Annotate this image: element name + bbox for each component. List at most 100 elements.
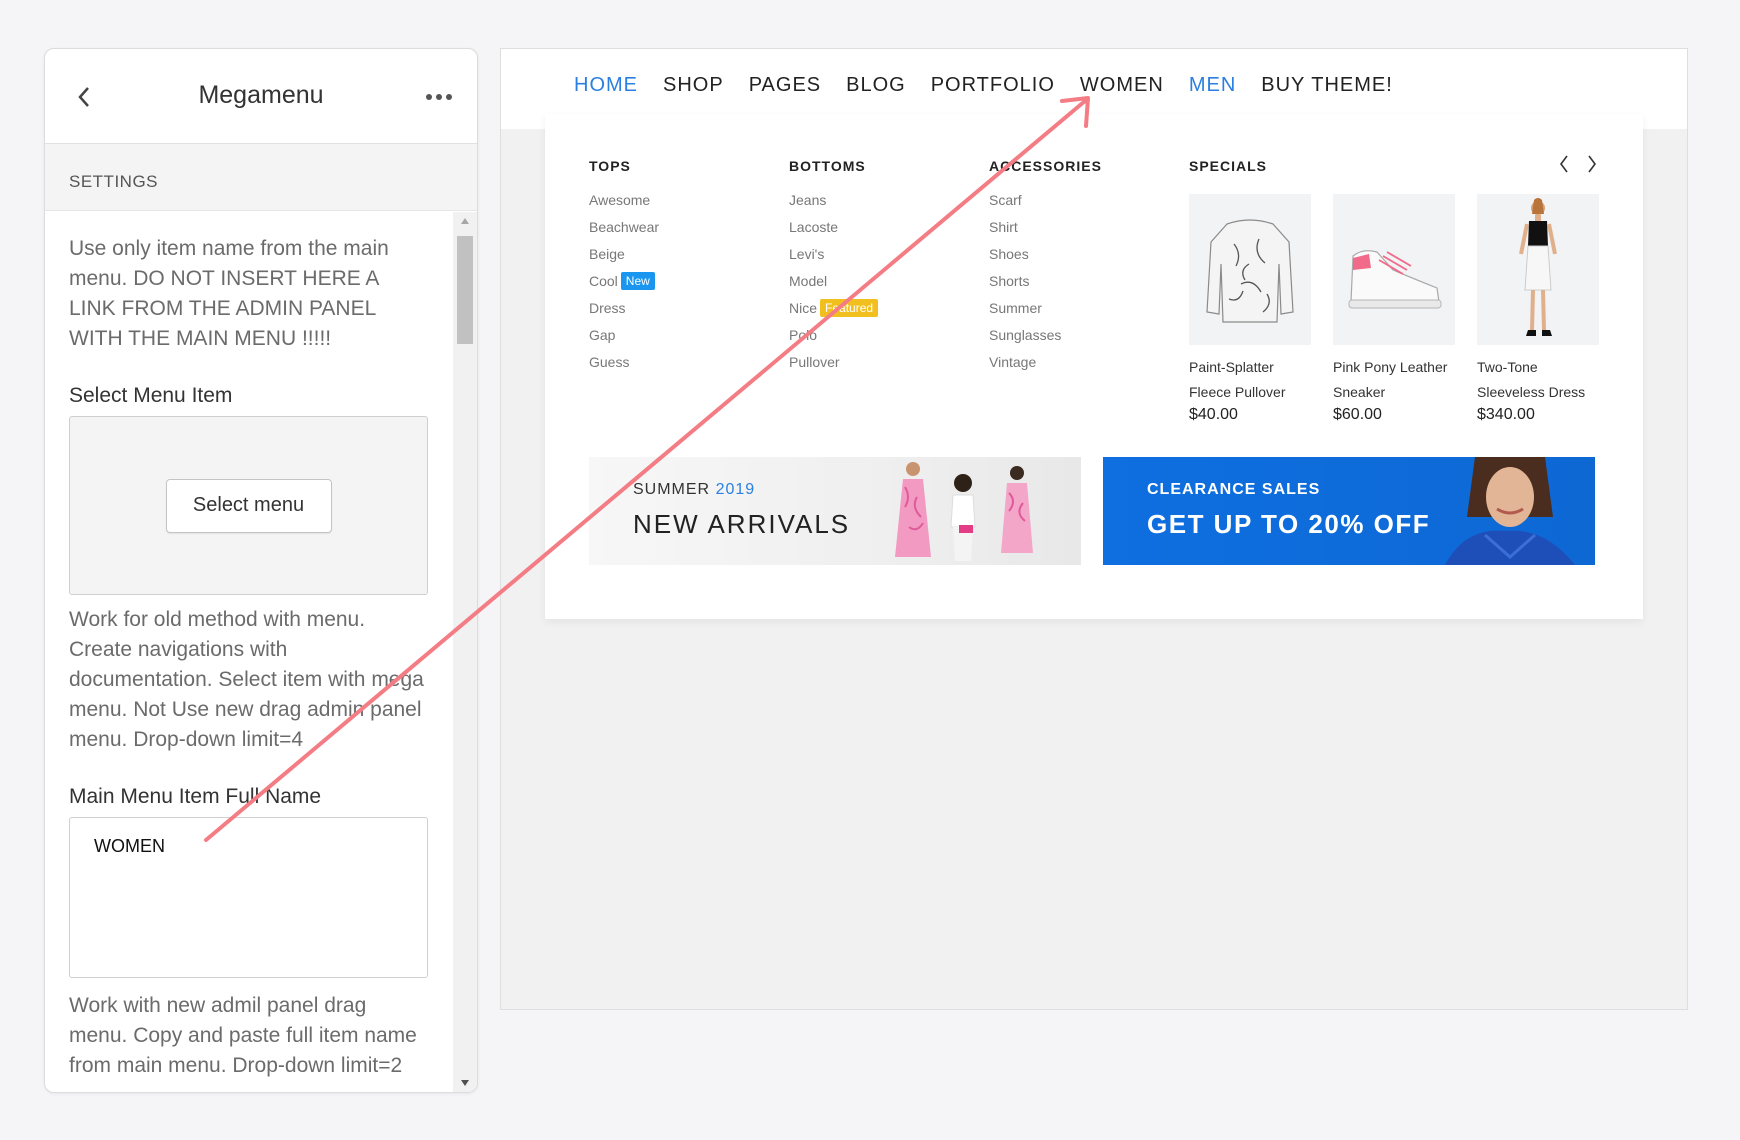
banner-title: GET UP TO 20% OFF <box>1147 509 1431 539</box>
menu-link[interactable]: Levi's <box>789 240 878 267</box>
specials-section: SPECIALS Paint-Splatter Fleece Pullover … <box>1189 155 1599 424</box>
menu-link[interactable]: Beige <box>589 240 659 267</box>
dot-icon <box>426 94 432 100</box>
select-menu-button[interactable]: Select menu <box>165 478 332 533</box>
product-name[interactable]: Paint-Splatter Fleece Pullover <box>1189 355 1319 405</box>
help-text-top: Use only item name from the main menu. D… <box>69 237 389 350</box>
menu-link-label: Shirt <box>989 218 1018 235</box>
product-card[interactable]: Pink Pony Leather Sneaker $60.00 <box>1333 194 1455 424</box>
menu-link-label: Sunglasses <box>989 326 1062 343</box>
menu-link[interactable]: Jeans <box>789 186 878 213</box>
help-text-bottom: Work with new admil panel drag menu. Cop… <box>69 994 417 1077</box>
new-arrivals-banner[interactable]: SUMMER 2019 NEW ARRIVALS <box>589 457 1081 565</box>
dress-model-icon <box>1519 198 1557 336</box>
menu-link-label: Scarf <box>989 191 1022 208</box>
nav-buy-theme[interactable]: BUY THEME! <box>1261 74 1393 97</box>
new-badge: New <box>620 271 655 290</box>
more-options-button[interactable] <box>421 85 457 109</box>
nav-men[interactable]: MEN <box>1189 74 1236 97</box>
nav-pages[interactable]: PAGES <box>749 74 821 97</box>
menu-link-label: Dress <box>589 299 626 316</box>
nav-shop[interactable]: SHOP <box>663 74 724 97</box>
menu-link-label: Vintage <box>989 353 1037 370</box>
menu-link[interactable]: Gap <box>589 321 659 348</box>
menu-link[interactable]: Shoes <box>989 240 1102 267</box>
column-title: TOPS <box>589 158 631 174</box>
menu-link[interactable]: Scarf <box>989 186 1102 213</box>
menu-link[interactable]: Cool New <box>589 267 659 294</box>
chevron-right-icon <box>1588 155 1596 173</box>
panel-header: Megamenu <box>45 49 477 144</box>
menu-link[interactable]: Polo <box>789 321 878 348</box>
nav-women[interactable]: WOMEN <box>1080 74 1164 97</box>
menu-link[interactable]: Awesome <box>589 186 659 213</box>
product-image[interactable] <box>1333 194 1455 345</box>
nav-blog[interactable]: BLOG <box>846 74 906 97</box>
menu-link[interactable]: Shorts <box>989 267 1102 294</box>
featured-badge: Featured <box>820 298 879 317</box>
banner-subtitle: SUMMER 2019 <box>633 481 755 499</box>
models-illustration <box>895 462 1033 561</box>
menu-link[interactable]: Vintage <box>989 348 1102 375</box>
menu-link[interactable]: Model <box>789 267 878 294</box>
menu-link[interactable]: Guess <box>589 348 659 375</box>
next-button[interactable] <box>1585 152 1599 176</box>
scroll-thumb[interactable] <box>457 236 473 344</box>
banner-year: 2019 <box>715 481 756 498</box>
banner-title: NEW ARRIVALS <box>633 509 851 539</box>
product-card[interactable]: Paint-Splatter Fleece Pullover $40.00 <box>1189 194 1311 424</box>
menu-column-accessories: ACCESSORIES Scarf Shirt Shoes Shorts Sum… <box>989 158 1102 375</box>
clearance-banner[interactable]: CLEARANCE SALES GET UP TO 20% OFF <box>1103 457 1595 565</box>
sweater-icon <box>1206 219 1294 323</box>
menu-link-label: Nice <box>789 299 818 316</box>
menu-link-label: Lacoste <box>789 218 839 235</box>
menu-column-bottoms: BOTTOMS Jeans Lacoste Levi's Model Nice F… <box>789 158 879 375</box>
scroll-up-icon[interactable] <box>461 218 469 224</box>
product-image[interactable] <box>1189 194 1311 345</box>
chevron-left-icon <box>1560 155 1568 173</box>
menu-link-label: Pullover <box>789 353 840 370</box>
nav-home[interactable]: HOME <box>574 74 638 97</box>
menu-link-label: Gap <box>589 326 616 343</box>
specials-title: SPECIALS <box>1189 158 1268 174</box>
product-image[interactable] <box>1477 194 1599 345</box>
product-price: $60.00 <box>1333 406 1382 423</box>
banner-subtitle: CLEARANCE SALES <box>1147 481 1321 498</box>
product-price: $40.00 <box>1189 406 1238 423</box>
panel-scrollbar[interactable] <box>453 212 477 1092</box>
banner-season: SUMMER <box>633 481 711 498</box>
select-menu-label: Select Menu Item <box>69 384 233 407</box>
menu-link[interactable]: Pullover <box>789 348 878 375</box>
column-title: BOTTOMS <box>789 158 866 174</box>
product-card[interactable]: Two-Tone Sleeveless Dress $340.00 <box>1477 194 1599 424</box>
panel-title: Megamenu <box>198 81 324 109</box>
menu-link-label: Jeans <box>789 191 827 208</box>
storefront-preview: HOME SHOP PAGES BLOG PORTFOLIO WOMEN MEN… <box>500 48 1688 1010</box>
nav-portfolio[interactable]: PORTFOLIO <box>931 74 1055 97</box>
menu-link-label: Summer <box>989 299 1042 316</box>
menu-link-label: Levi's <box>789 245 825 262</box>
dot-icon <box>446 94 452 100</box>
menu-link[interactable]: Beachwear <box>589 213 659 240</box>
menu-link[interactable]: Lacoste <box>789 213 878 240</box>
menu-link-label: Awesome <box>589 191 651 208</box>
product-name[interactable]: Pink Pony Leather Sneaker <box>1333 355 1463 405</box>
product-name[interactable]: Two-Tone Sleeveless Dress <box>1477 355 1607 405</box>
menu-link[interactable]: Sunglasses <box>989 321 1102 348</box>
prev-button[interactable] <box>1557 152 1571 176</box>
menu-link[interactable]: Dress <box>589 294 659 321</box>
scroll-down-icon[interactable] <box>461 1080 469 1086</box>
menu-link-label: Beachwear <box>589 218 660 235</box>
menu-column-tops: TOPS Awesome Beachwear Beige Cool New Dre… <box>589 158 659 375</box>
sneaker-icon <box>1348 250 1442 309</box>
select-menu-box: Select menu <box>69 416 428 595</box>
mega-dropdown: TOPS Awesome Beachwear Beige Cool New Dre… <box>545 114 1643 619</box>
menu-link-label: Guess <box>589 353 630 370</box>
menu-link[interactable]: Summer <box>989 294 1102 321</box>
menu-link[interactable]: Shirt <box>989 213 1102 240</box>
fullname-input[interactable]: WOMEN <box>69 817 428 978</box>
menu-link-label: Shoes <box>989 245 1029 262</box>
menu-link[interactable]: Nice Featured <box>789 294 879 321</box>
help-text-middle: Work for old method with menu. Create na… <box>69 608 424 751</box>
section-heading: SETTINGS <box>45 144 477 211</box>
